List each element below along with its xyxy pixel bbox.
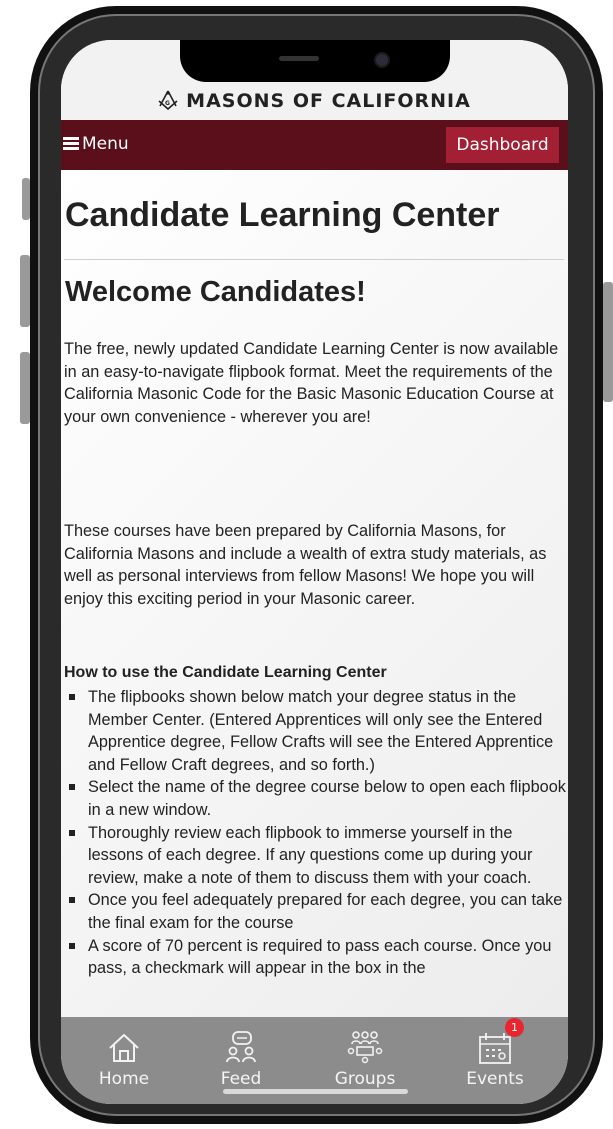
title-divider (64, 259, 564, 260)
list-item: Select the name of the degree course bel… (64, 776, 566, 821)
hamburger-icon (63, 137, 79, 150)
phone-notch (180, 40, 450, 82)
side-button-silent (22, 178, 30, 220)
brand-text: MASONS OF CALIFORNIA (186, 90, 471, 112)
tab-home[interactable]: Home (74, 1017, 174, 1104)
bullet-icon (69, 942, 75, 949)
events-icon (479, 1033, 511, 1064)
side-button-power (603, 282, 613, 402)
page-title: Candidate Learning Center (65, 196, 500, 234)
bullet-icon (69, 694, 75, 700)
brand-title[interactable]: G MASONS OF CALIFORNIA (61, 90, 568, 112)
nav-bar: Menu Dashboard (61, 120, 568, 170)
list-item-text: A score of 70 percent is required to pas… (88, 936, 552, 978)
square-compass-logo-icon: G (158, 90, 178, 110)
intro-paragraph: The free, newly updated Candidate Learni… (64, 340, 559, 426)
front-camera (374, 52, 390, 68)
bullet-icon (69, 897, 75, 904)
bullet-icon (69, 829, 75, 836)
speaker-grille (279, 56, 319, 61)
list-item-text: Thoroughly review each flipbook to immer… (88, 823, 533, 887)
side-button-volume-down (20, 352, 30, 424)
feed-icon (226, 1031, 256, 1063)
list-item-text: The flipbooks shown below match your deg… (88, 688, 554, 774)
howto-list: The flipbooks shown below match your deg… (64, 686, 566, 980)
howto-heading: How to use the Candidate Learning Center (64, 664, 387, 681)
svg-text:G: G (165, 100, 171, 107)
welcome-heading: Welcome Candidates! (65, 276, 366, 308)
courses-paragraph: These courses have been prepared by Cali… (64, 522, 547, 608)
bullet-icon (69, 784, 75, 791)
phone-screen: G MASONS OF CALIFORNIA Menu Dashboard Ca… (61, 40, 568, 1104)
groups-icon (347, 1031, 383, 1064)
list-item: Thoroughly review each flipbook to immer… (64, 822, 566, 890)
menu-label: Menu (82, 134, 129, 154)
main-content[interactable]: Candidate Learning Center Welcome Candid… (61, 170, 568, 1017)
side-button-volume-up (20, 255, 30, 327)
tab-feed-label: Feed (220, 1069, 262, 1089)
menu-button[interactable]: Menu (63, 134, 129, 154)
dashboard-button[interactable]: Dashboard (446, 127, 559, 163)
home-icon (109, 1034, 139, 1062)
list-item: The flipbooks shown below match your deg… (64, 686, 566, 776)
list-item-text: Once you feel adequately prepared for ea… (88, 891, 563, 932)
list-item-text: Select the name of the degree course bel… (88, 778, 566, 819)
events-badge: 1 (505, 1018, 524, 1037)
list-item: A score of 70 percent is required to pas… (64, 935, 566, 980)
list-item: Once you feel adequately prepared for ea… (64, 889, 566, 934)
tab-groups-label: Groups (334, 1069, 396, 1089)
tab-events[interactable]: 1 Events (445, 1017, 545, 1104)
tab-home-label: Home (98, 1069, 150, 1089)
tab-events-label: Events (466, 1069, 524, 1089)
home-indicator[interactable] (223, 1089, 408, 1094)
